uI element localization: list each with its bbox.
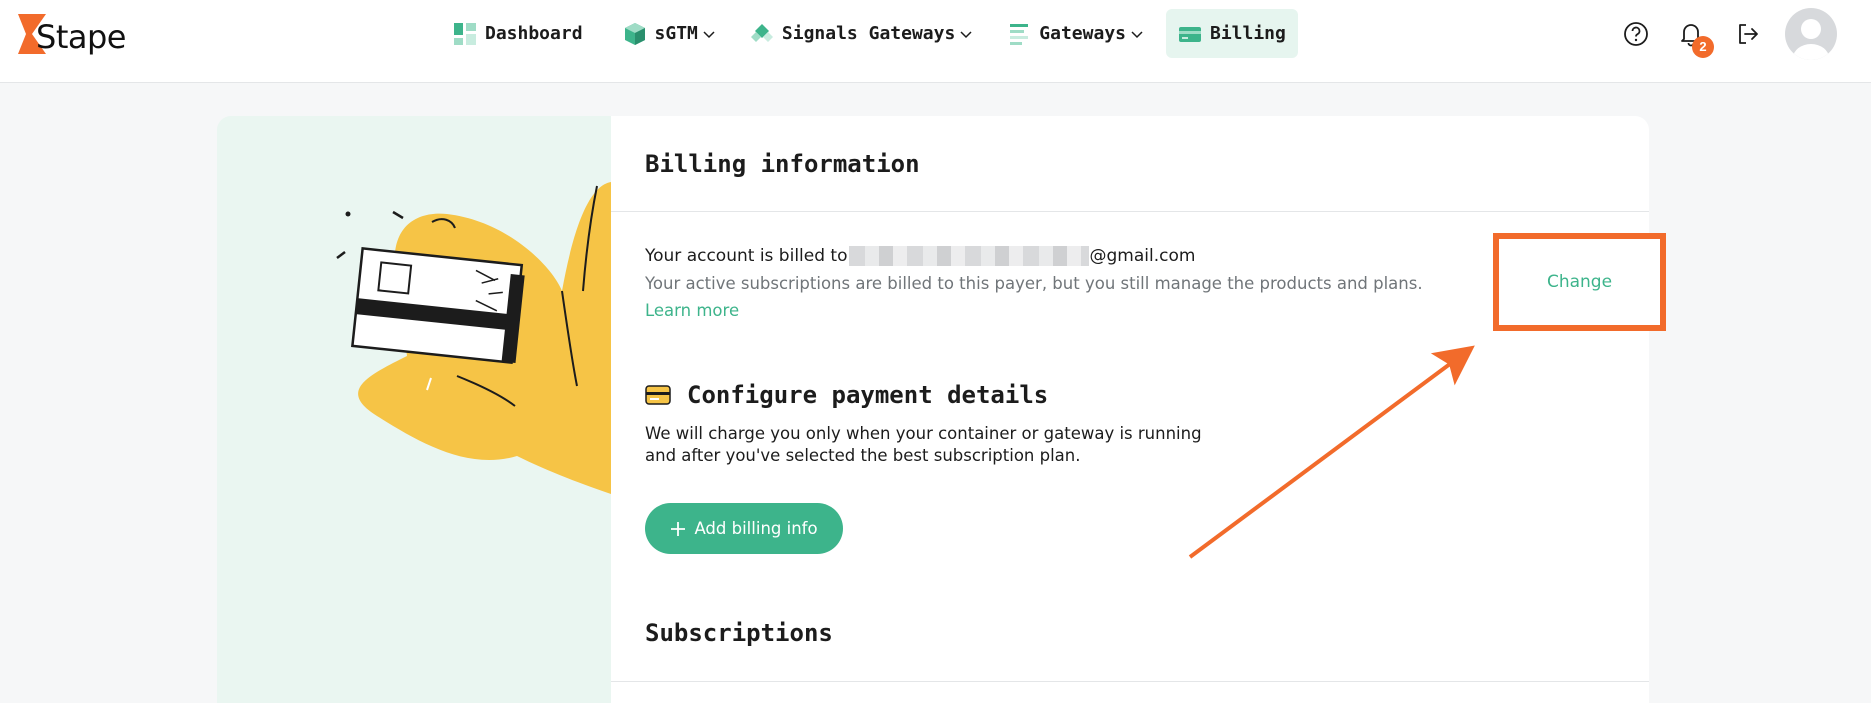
nav-gateways-label: Gateways	[1039, 23, 1126, 44]
nav-signals-label: Signals Gateways	[781, 23, 956, 44]
chevron-down-icon	[703, 30, 715, 38]
user-avatar[interactable]	[1785, 8, 1837, 60]
main-nav: Dashboard sGTM Signals Gateways Gateways…	[441, 9, 1298, 58]
payment-description-line-1: We will charge you only when your contai…	[645, 424, 1202, 443]
nav-billing[interactable]: Billing	[1166, 9, 1298, 58]
billed-email-suffix: @gmail.com	[1089, 246, 1196, 266]
signals-icon	[750, 23, 773, 42]
section-divider	[611, 211, 1649, 212]
nav-gateways[interactable]: Gateways	[995, 9, 1156, 58]
hand-holding-card-illustration	[336, 182, 611, 494]
plus-icon	[671, 521, 686, 536]
payment-description: We will charge you only when your contai…	[645, 423, 1202, 467]
logo-text: Stape	[36, 18, 126, 56]
nav-sgtm[interactable]: sGTM	[611, 9, 728, 58]
add-billing-info-button[interactable]: Add billing info	[645, 503, 843, 554]
billed-to-line: Your account is billed to @gmail.com	[645, 246, 1195, 266]
change-payer-button[interactable]: Change	[1499, 239, 1660, 325]
nav-dashboard[interactable]: Dashboard	[441, 9, 595, 58]
chevron-down-icon	[960, 30, 972, 38]
logout-icon[interactable]	[1734, 20, 1762, 48]
payment-description-line-2: and after you've selected the best subsc…	[645, 446, 1081, 465]
nav-signals-gateways[interactable]: Signals Gateways	[738, 9, 985, 58]
billing-main-panel: Billing information Your account is bill…	[611, 116, 1649, 703]
redacted-email	[848, 246, 1089, 266]
configure-payment-heading: Configure payment details	[645, 381, 1048, 409]
credit-card-icon	[645, 385, 671, 405]
nav-sgtm-label: sGTM	[654, 23, 698, 44]
notification-count-badge: 2	[1692, 36, 1714, 58]
stape-logo[interactable]: Stape	[18, 14, 128, 56]
chevron-down-icon	[1131, 30, 1143, 38]
cube-icon	[624, 22, 645, 45]
help-circle-icon[interactable]	[1622, 20, 1650, 48]
subscriptions-title: Subscriptions	[645, 619, 833, 647]
billed-to-prefix: Your account is billed to	[645, 246, 848, 266]
credit-card-icon	[1179, 26, 1201, 42]
illustration-panel	[217, 116, 611, 703]
nav-dashboard-label: Dashboard	[485, 23, 583, 44]
nav-billing-label: Billing	[1210, 23, 1286, 44]
learn-more-link[interactable]: Learn more	[645, 301, 739, 320]
gateways-icon	[1010, 23, 1029, 45]
add-billing-info-label: Add billing info	[694, 519, 818, 538]
billing-information-title: Billing information	[645, 150, 920, 178]
change-highlight-box: Change	[1493, 233, 1666, 331]
dashboard-icon	[454, 22, 476, 45]
top-bar: Stape Dashboard sGTM Signals Gateways Ga…	[0, 0, 1871, 83]
configure-payment-title: Configure payment details	[687, 381, 1049, 409]
section-divider	[611, 681, 1649, 682]
billing-description: Your active subscriptions are billed to …	[645, 274, 1423, 293]
user-avatar-icon	[1793, 19, 1829, 60]
